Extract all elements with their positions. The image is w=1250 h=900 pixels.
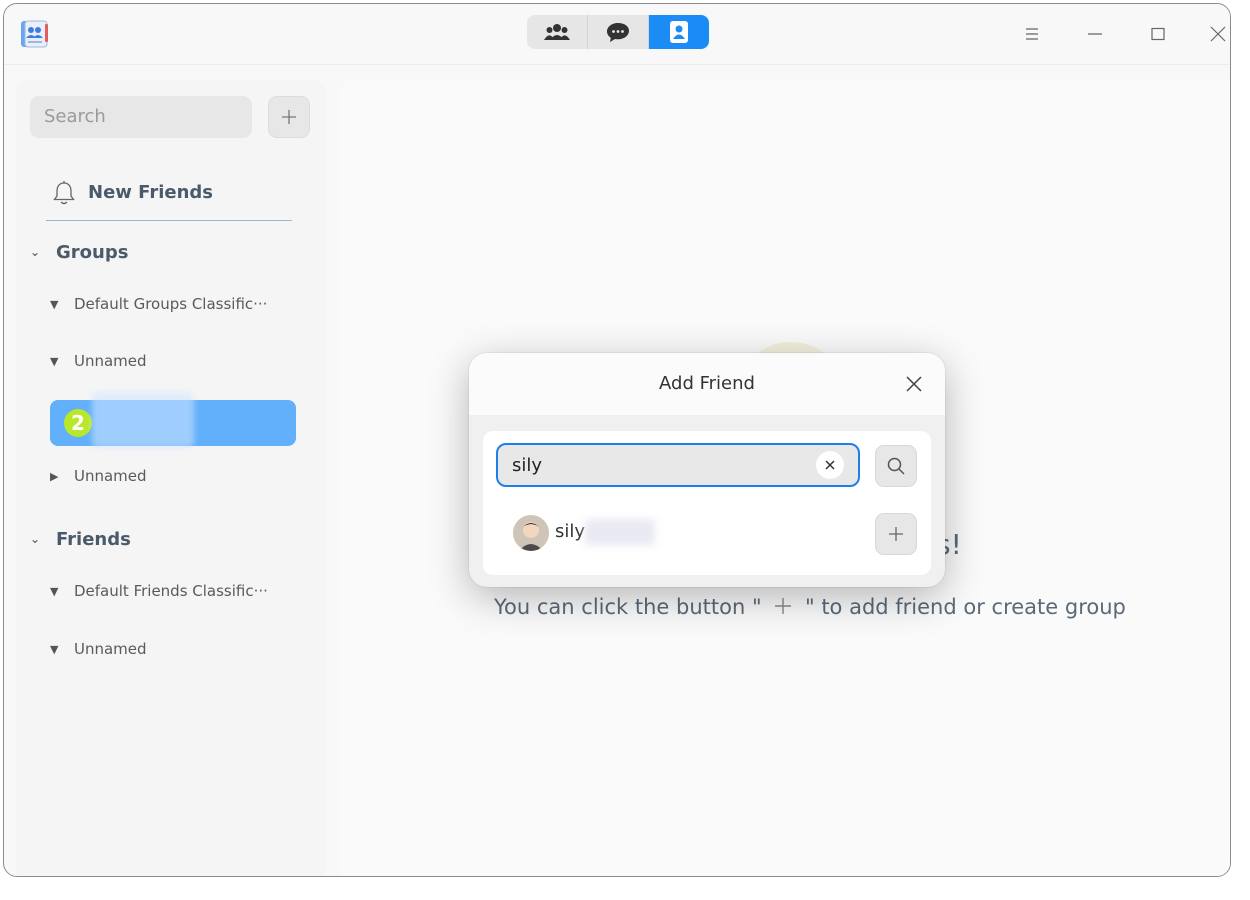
empty-desc-after: " to add friend or create group — [804, 595, 1126, 619]
avatar — [513, 515, 549, 551]
friend-category-label: Unnamed — [74, 640, 147, 658]
menu-button[interactable] — [1018, 20, 1046, 48]
minimize-icon — [1088, 33, 1102, 35]
close-icon — [906, 376, 922, 392]
group-icon — [544, 24, 570, 40]
search-value: sily — [512, 455, 543, 476]
contacts-icon — [670, 21, 688, 43]
new-friends-label: New Friends — [88, 182, 213, 203]
friend-category-label: Default Friends Classific··· — [74, 582, 268, 600]
friends-label: Friends — [56, 529, 131, 550]
view-switcher — [527, 15, 709, 49]
group-category-item[interactable]: ▼ Default Groups Classific··· — [50, 295, 267, 313]
result-username: sily — [555, 521, 586, 542]
titlebar — [4, 4, 1230, 65]
plus-icon — [775, 598, 792, 614]
selected-group-item[interactable]: 2 — [50, 392, 296, 448]
blurred-user-id — [585, 519, 655, 545]
group-category-item[interactable]: ▶ Unnamed — [50, 467, 147, 485]
search-button[interactable] — [875, 445, 917, 487]
new-friends-item[interactable]: New Friends — [46, 176, 292, 221]
groups-section-header[interactable]: ⌄ Groups — [30, 242, 128, 263]
menu-icon — [1026, 28, 1038, 40]
group-avatar-badge: 2 — [64, 409, 92, 437]
tab-chats[interactable] — [587, 15, 648, 49]
maximize-button[interactable] — [1144, 20, 1172, 48]
chat-bubble-icon — [607, 23, 629, 42]
close-icon — [1210, 26, 1226, 42]
bell-icon — [53, 181, 75, 205]
friends-section-header[interactable]: ⌄ Friends — [30, 529, 131, 550]
app-logo-icon — [18, 18, 50, 50]
sidebar-search-input[interactable]: Search — [30, 96, 252, 138]
plus-icon — [889, 527, 903, 541]
group-category-label: Default Groups Classific··· — [74, 295, 268, 313]
maximize-icon — [1151, 27, 1165, 41]
caret-down-icon: ▼ — [50, 298, 59, 311]
caret-down-icon: ▼ — [50, 585, 59, 598]
dialog-title: Add Friend — [659, 373, 755, 394]
caret-down-icon: ▼ — [50, 643, 59, 656]
clear-icon — [825, 460, 835, 470]
chevron-down-icon: ⌄ — [30, 532, 41, 546]
group-category-label: Unnamed — [74, 467, 147, 485]
plus-icon — [282, 110, 296, 124]
friend-category-item[interactable]: ▼ Default Friends Classific··· — [50, 582, 268, 600]
close-window-button[interactable] — [1204, 20, 1230, 48]
blurred-name — [92, 392, 194, 448]
sidebar: Search New Friends ⌄ Groups ▼ Default Grou… — [16, 80, 326, 876]
caret-down-icon: ▼ — [50, 355, 59, 368]
group-category-label: Unnamed — [74, 352, 147, 370]
search-result-row: sily — [513, 513, 917, 557]
minimize-button[interactable] — [1081, 20, 1109, 48]
dialog-body: sily sily — [483, 431, 931, 575]
dialog-close-button[interactable] — [901, 371, 927, 397]
search-icon — [887, 457, 905, 475]
groups-label: Groups — [56, 242, 129, 263]
add-button[interactable] — [268, 96, 310, 138]
empty-state-description: You can click the button " " to add frie… — [494, 595, 1126, 619]
add-friend-button[interactable] — [875, 513, 917, 555]
add-friend-dialog: Add Friend sily sily — [469, 353, 945, 587]
empty-desc-before: You can click the button " — [494, 595, 762, 619]
caret-right-icon: ▶ — [50, 470, 59, 483]
tab-groups[interactable] — [527, 15, 587, 49]
search-placeholder: Search — [44, 106, 106, 127]
tab-contacts[interactable] — [648, 15, 709, 49]
friend-search-input[interactable]: sily — [496, 443, 860, 487]
chevron-down-icon: ⌄ — [30, 245, 41, 259]
dialog-header: Add Friend — [469, 353, 945, 415]
clear-search-button[interactable] — [816, 451, 844, 479]
friend-category-item[interactable]: ▼ Unnamed — [50, 640, 147, 658]
group-category-item[interactable]: ▼ Unnamed — [50, 352, 147, 370]
